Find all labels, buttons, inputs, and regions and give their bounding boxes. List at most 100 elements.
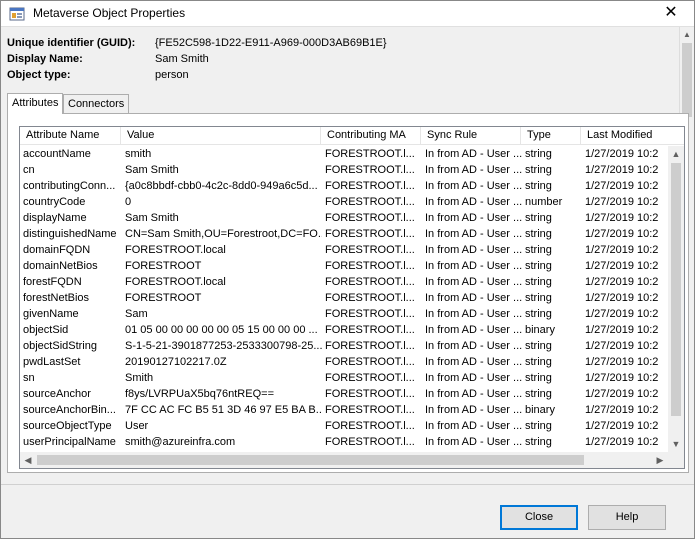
last-modified-cell: 1/27/2019 10:2 xyxy=(585,276,659,288)
tab-attributes-label: Attributes xyxy=(12,97,59,109)
table-row[interactable]: forestFQDN FORESTROOT.local FORESTROOT.l..… xyxy=(20,274,668,290)
table-row[interactable]: pwdLastSet 20190127102217.0Z FORESTROOT.l.… xyxy=(20,354,668,370)
type-cell: string xyxy=(525,420,552,432)
table-row[interactable]: givenName Sam FORESTROOT.l... In from AD - … xyxy=(20,306,668,322)
type-cell: string xyxy=(525,228,552,240)
column-header-value[interactable]: Value xyxy=(121,127,321,145)
attribute-value-cell: smith xyxy=(125,148,152,160)
tab-connectors[interactable]: Connectors xyxy=(63,94,129,114)
sync-rule-cell: In from AD - User ... xyxy=(425,404,522,416)
close-button[interactable]: Close xyxy=(500,505,578,530)
attribute-name-cell: pwdLastSet xyxy=(23,356,81,368)
table-row[interactable]: accountName smith FORESTROOT.l... In from A… xyxy=(20,146,668,162)
chevron-up-icon[interactable]: ▲ xyxy=(668,146,684,162)
type-cell: string xyxy=(525,260,552,272)
table-row[interactable]: sourceObjectType User FORESTROOT.l... In fr… xyxy=(20,418,668,434)
table-row[interactable]: countryCode 0 FORESTROOT.l... In from AD - … xyxy=(20,194,668,210)
contributing-ma-cell: FORESTROOT.l... xyxy=(325,180,415,192)
sync-rule-cell: In from AD - User ... xyxy=(425,324,522,336)
attribute-value-cell: FORESTROOT xyxy=(125,292,202,304)
contributing-ma-cell: FORESTROOT.l... xyxy=(325,292,415,304)
type-cell: string xyxy=(525,244,552,256)
dialog-scrollbar[interactable]: ▲ xyxy=(679,27,694,117)
chevron-left-icon[interactable]: ◀ xyxy=(20,452,36,468)
type-cell: string xyxy=(525,372,552,384)
tab-connectors-label: Connectors xyxy=(68,98,125,110)
chevron-down-icon[interactable]: ▼ xyxy=(668,436,684,452)
chevron-right-icon[interactable]: ▶ xyxy=(652,452,668,468)
table-row[interactable]: distinguishedName CN=Sam Smith,OU=Forestr… xyxy=(20,226,668,242)
contributing-ma-cell: FORESTROOT.l... xyxy=(325,324,415,336)
sync-rule-cell: In from AD - User ... xyxy=(425,228,522,240)
table-row[interactable]: userPrincipalName smith@azureinfra.com FOR… xyxy=(20,434,668,450)
attribute-value-cell: 01 05 00 00 00 00 00 05 15 00 00 00 ... xyxy=(125,324,318,336)
attribute-value-cell: S-1-5-21-3901877253-2533300798-25... xyxy=(125,340,322,352)
chevron-up-icon[interactable]: ▲ xyxy=(680,27,694,43)
attribute-value-cell: CN=Sam Smith,OU=Forestroot,DC=FO... xyxy=(125,228,322,240)
attribute-name-cell: forestNetBios xyxy=(23,292,90,304)
list-horizontal-scrollbar-thumb[interactable] xyxy=(37,455,584,465)
type-cell: string xyxy=(525,340,552,352)
attributes-list[interactable]: Attribute Name Value Contributing MA Syn… xyxy=(19,126,685,469)
display-name-value: Sam Smith xyxy=(155,53,209,65)
last-modified-cell: 1/27/2019 10:2 xyxy=(585,436,659,448)
column-header-sync-rule[interactable]: Sync Rule xyxy=(421,127,521,145)
attribute-name-cell: userPrincipalName xyxy=(23,436,116,448)
attribute-value-cell: User xyxy=(125,420,149,432)
sync-rule-cell: In from AD - User ... xyxy=(425,292,522,304)
table-row[interactable]: cn Sam Smith FORESTROOT.l... In from AD - U… xyxy=(20,162,668,178)
sync-rule-cell: In from AD - User ... xyxy=(425,180,522,192)
contributing-ma-cell: FORESTROOT.l... xyxy=(325,228,415,240)
footer-divider xyxy=(1,484,694,485)
type-cell: string xyxy=(525,292,552,304)
properties-window-icon xyxy=(9,7,25,21)
table-row[interactable]: objectSid 01 05 00 00 00 00 00 05 15 00 0… xyxy=(20,322,668,338)
type-cell: string xyxy=(525,388,552,400)
sync-rule-cell: In from AD - User ... xyxy=(425,196,522,208)
sync-rule-cell: In from AD - User ... xyxy=(425,420,522,432)
table-row[interactable]: sourceAnchorBin... 7F CC AC FC B5 51 3D 4… xyxy=(20,402,668,418)
tab-attributes[interactable]: Attributes xyxy=(7,93,63,114)
type-cell: binary xyxy=(525,324,555,336)
dialog-scrollbar-thumb[interactable] xyxy=(682,43,692,117)
list-vertical-scrollbar[interactable]: ▲ ▼ xyxy=(668,146,684,452)
close-window-icon[interactable]: ✕ xyxy=(654,1,688,26)
attribute-name-cell: objectSid xyxy=(23,324,69,336)
attribute-name-cell: sourceAnchorBin... xyxy=(23,404,116,416)
guid-label: Unique identifier (GUID): xyxy=(7,37,136,49)
table-row[interactable]: forestNetBios FORESTROOT FORESTROOT.l... In… xyxy=(20,290,668,306)
title-bar[interactable]: Metaverse Object Properties ✕ xyxy=(1,1,694,27)
attribute-value-cell: 20190127102217.0Z xyxy=(125,356,227,368)
attribute-name-cell: contributingConn... xyxy=(23,180,116,192)
last-modified-cell: 1/27/2019 10:2 xyxy=(585,180,659,192)
column-header-type[interactable]: Type xyxy=(521,127,581,145)
help-button[interactable]: Help xyxy=(588,505,666,530)
sync-rule-cell: In from AD - User ... xyxy=(425,164,522,176)
table-row[interactable]: sourceAnchor f8ys/LVRPUaX5bq76ntREQ== FORE… xyxy=(20,386,668,402)
attribute-name-cell: domainNetBios xyxy=(23,260,98,272)
list-horizontal-scrollbar[interactable]: ◀ ▶ xyxy=(20,452,684,468)
column-header-contributing-ma[interactable]: Contributing MA xyxy=(321,127,421,145)
type-cell: string xyxy=(525,356,552,368)
last-modified-cell: 1/27/2019 10:2 xyxy=(585,292,659,304)
type-cell: number xyxy=(525,196,563,208)
sync-rule-cell: In from AD - User ... xyxy=(425,388,522,400)
table-row[interactable]: objectSidString S-1-5-21-3901877253-25333… xyxy=(20,338,668,354)
contributing-ma-cell: FORESTROOT.l... xyxy=(325,436,415,448)
table-row[interactable]: domainFQDN FORESTROOT.local FORESTROOT.l..… xyxy=(20,242,668,258)
attribute-value-cell: Sam Smith xyxy=(125,164,179,176)
attribute-value-cell: f8ys/LVRPUaX5bq76ntREQ== xyxy=(125,388,274,400)
list-vertical-scrollbar-thumb[interactable] xyxy=(671,163,681,416)
sync-rule-cell: In from AD - User ... xyxy=(425,148,522,160)
table-row[interactable]: displayName Sam Smith FORESTROOT.l... In fr… xyxy=(20,210,668,226)
type-cell: binary xyxy=(525,404,555,416)
table-row[interactable]: sn Smith FORESTROOT.l... In from AD - User … xyxy=(20,370,668,386)
column-header-attribute-name[interactable]: Attribute Name xyxy=(20,127,121,145)
table-row[interactable]: domainNetBios FORESTROOT FORESTROOT.l... In… xyxy=(20,258,668,274)
sync-rule-cell: In from AD - User ... xyxy=(425,212,522,224)
contributing-ma-cell: FORESTROOT.l... xyxy=(325,276,415,288)
column-header-last-modified[interactable]: Last Modified xyxy=(581,127,684,145)
last-modified-cell: 1/27/2019 10:2 xyxy=(585,164,659,176)
table-row[interactable]: contributingConn... {a0c8bbdf-cbb0-4c2c-8… xyxy=(20,178,668,194)
type-cell: string xyxy=(525,308,552,320)
